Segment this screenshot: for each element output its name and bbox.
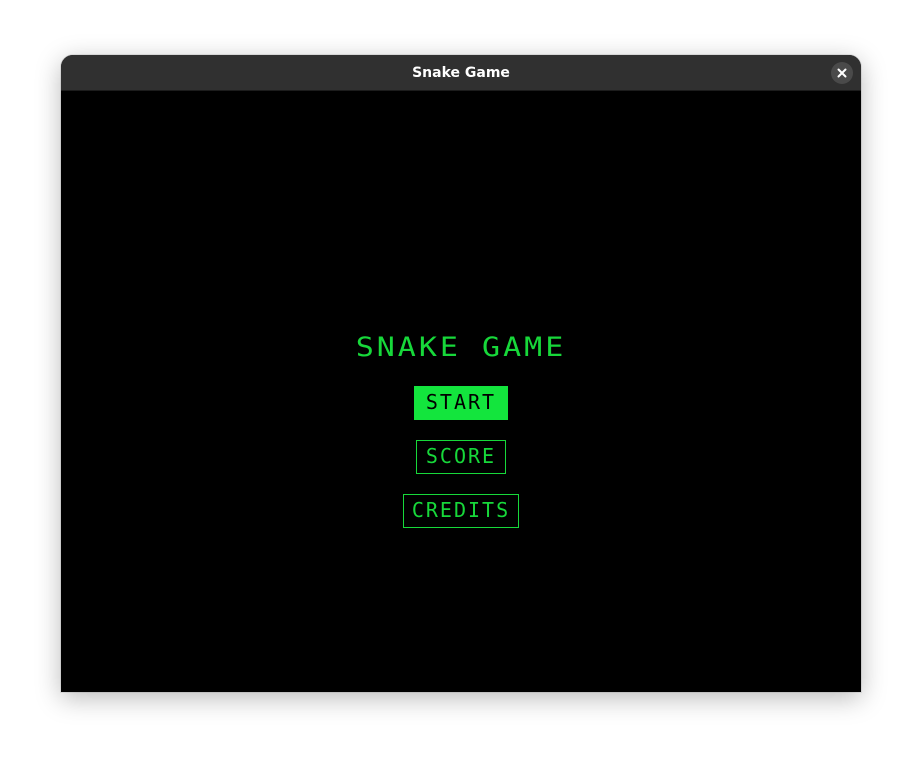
window-title: Snake Game xyxy=(412,65,510,81)
game-title: SNAKE GAME xyxy=(355,331,567,364)
close-button[interactable] xyxy=(831,62,853,84)
close-icon xyxy=(837,68,847,78)
start-button[interactable]: START xyxy=(414,386,508,420)
titlebar: Snake Game xyxy=(61,55,861,91)
credits-button[interactable]: CREDITS xyxy=(403,494,519,528)
score-button[interactable]: SCORE xyxy=(416,440,506,474)
game-canvas[interactable]: SNAKE GAME START SCORE CREDITS xyxy=(61,91,861,692)
game-window: Snake Game SNAKE GAME START SCORE CREDIT… xyxy=(61,55,861,692)
